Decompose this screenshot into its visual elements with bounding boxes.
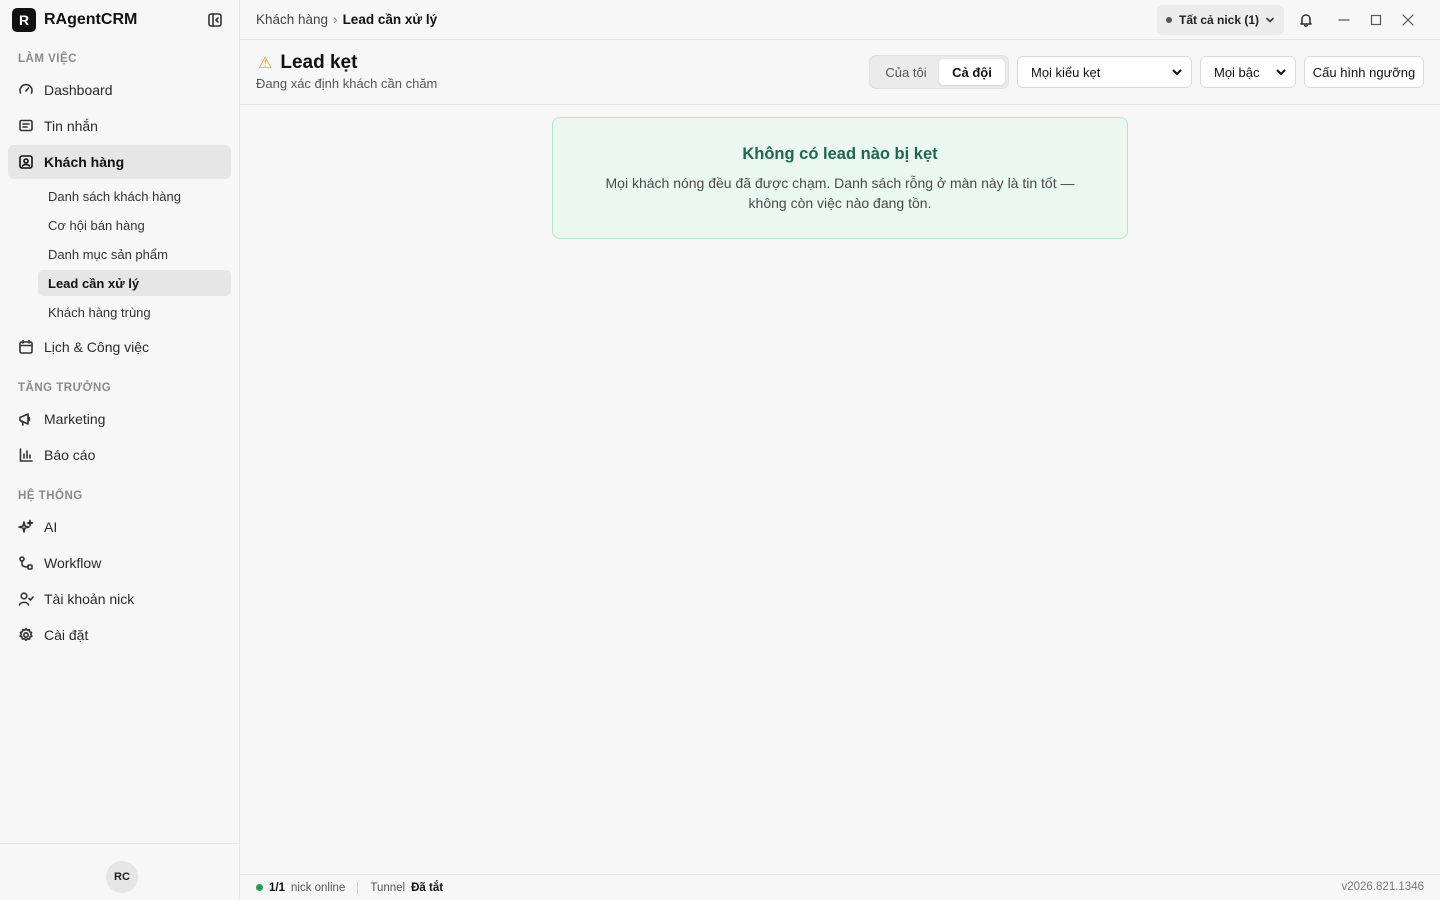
online-count: 1/1 (269, 881, 285, 894)
sidebar-item-lich-cong-viec[interactable]: Lịch & Công việc (8, 330, 231, 364)
sidebar-item-tai-khoan-nick[interactable]: Tài khoản nick (8, 582, 231, 616)
sidebar-item-label: Tin nhắn (44, 118, 98, 134)
sidebar-item-label: Dashboard (44, 82, 113, 98)
page-header: ⚠ Lead kẹt Đang xác định khách cần chăm … (240, 40, 1440, 105)
nick-selector-label: Tất cả nick (1) (1179, 13, 1260, 27)
section-label-tang-truong: TĂNG TRƯỞNG (18, 382, 112, 394)
topbar: Khách hàng › Lead cần xử lý Tất cả nick … (240, 0, 1440, 40)
section-label-he-thong: HỆ THỐNG (18, 490, 83, 502)
section-label-lam-viec: LÀM VIỆC (18, 53, 77, 65)
status-divider (357, 881, 359, 894)
sidebar-item-bao-cao[interactable]: Báo cáo (8, 438, 231, 472)
sidebar-item-tin-nhan[interactable]: Tin nhắn (8, 109, 231, 143)
sidebar-item-label: Tài khoản nick (44, 591, 135, 607)
sidebar-footer: RC (0, 843, 239, 900)
sparkles-icon (18, 519, 34, 533)
contact-icon (19, 155, 33, 169)
brand-logo: R (12, 8, 36, 32)
sidebar-item-marketing[interactable]: Marketing (8, 402, 231, 436)
sidebar-subitem-danh-sach-khach-hang[interactable]: Danh sách khách hàng (38, 183, 231, 209)
breadcrumb-separator: › (333, 12, 338, 27)
megaphone-icon (19, 413, 31, 426)
online-status-dot (256, 884, 263, 891)
level-select[interactable]: Mọi bậc (1200, 56, 1296, 88)
minimize-icon[interactable] (1336, 12, 1352, 28)
breadcrumb: Khách hàng › Lead cần xử lý (256, 12, 437, 27)
maximize-icon[interactable] (1368, 12, 1384, 28)
owner-segmented-control: Của tôi Cả đội (869, 55, 1009, 89)
sidebar: R RAgentCRM LÀM VIỆC Dashboard Tin nhắn … (0, 0, 240, 900)
segment-ca-doi[interactable]: Cả đội (939, 59, 1005, 85)
sidebar-item-label: Marketing (44, 411, 106, 427)
sidebar-subitem-co-hoi-ban-hang[interactable]: Cơ hội bán hàng (38, 212, 231, 238)
sidebar-item-label: Lịch & Công việc (44, 339, 150, 355)
chevron-down-icon (1266, 17, 1274, 23)
warning-icon: ⚠ (258, 55, 273, 72)
sidebar-item-khach-hang[interactable]: Khách hàng (8, 145, 231, 179)
bar-chart-icon (19, 448, 33, 462)
breadcrumb-item-current: Lead cần xử lý (342, 12, 438, 27)
sidebar-item-label: Báo cáo (44, 447, 96, 463)
sidebar-item-dashboard[interactable]: Dashboard (8, 73, 231, 107)
page-title: ⚠ Lead kẹt (258, 52, 357, 74)
sidebar-item-cai-dat[interactable]: Cài đặt (8, 618, 231, 652)
level-select-value: Mọi bậc (1214, 64, 1260, 80)
user-check-icon (18, 592, 34, 606)
brand[interactable]: R RAgentCRM (12, 7, 137, 33)
tunnel-status: Đã tắt (411, 881, 444, 894)
sidebar-item-label: Cài đặt (44, 627, 89, 643)
empty-state-title: Không có lead nào bị kẹt (742, 145, 938, 163)
tunnel-label: Tunnel (370, 881, 406, 894)
status-bar: 1/1 nick online Tunnel Đã tắt v2026.821.… (240, 874, 1440, 900)
empty-state-card: Không có lead nào bị kẹt Mọi khách nóng … (552, 117, 1128, 239)
bell-icon[interactable] (1298, 12, 1314, 28)
sidebar-collapse-icon[interactable] (207, 12, 223, 28)
sidebar-item-label: Khách hàng (44, 154, 125, 170)
threshold-config-button[interactable]: Cấu hình ngưỡng (1304, 56, 1424, 88)
sidebar-item-ai[interactable]: AI (8, 510, 231, 544)
stuck-type-select[interactable]: Mọi kiểu kẹt (1017, 56, 1192, 88)
app-version: v2026.821.1346 (1341, 881, 1425, 893)
stuck-type-select-value: Mọi kiểu kẹt (1031, 64, 1101, 80)
gauge-icon (19, 83, 33, 94)
segment-cua-toi[interactable]: Của tôi (873, 59, 939, 85)
calendar-icon (19, 339, 33, 354)
gear-icon (19, 627, 33, 642)
empty-state-description: Mọi khách nóng đều đã được chạm. Danh sá… (605, 175, 1075, 211)
message-icon (19, 119, 33, 132)
page-title-text: Lead kẹt (280, 52, 358, 73)
page-subtitle: Đang xác định khách cần chăm (256, 76, 438, 91)
brand-name: RAgentCRM (44, 11, 138, 28)
sidebar-item-workflow[interactable]: Workflow (8, 546, 231, 580)
sidebar-subitem-danh-muc-san-pham[interactable]: Danh mục sản phẩm (38, 241, 231, 267)
sidebar-item-label: Workflow (44, 555, 102, 571)
nick-selector[interactable]: Tất cả nick (1) (1157, 5, 1284, 35)
close-icon[interactable] (1400, 12, 1416, 28)
online-label: nick online (291, 881, 346, 894)
chevron-down-icon (1276, 69, 1286, 75)
chevron-down-icon (1172, 69, 1182, 75)
nick-status-dot (1166, 17, 1172, 23)
breadcrumb-item-khach-hang[interactable]: Khách hàng (256, 12, 328, 27)
sidebar-subitem-khach-hang-trung[interactable]: Khách hàng trùng (38, 299, 231, 325)
avatar[interactable]: RC (106, 861, 138, 893)
workflow-icon (19, 556, 33, 570)
sidebar-item-label: AI (44, 519, 58, 535)
sidebar-subitem-lead-can-xu-ly[interactable]: Lead cần xử lý (38, 270, 231, 296)
